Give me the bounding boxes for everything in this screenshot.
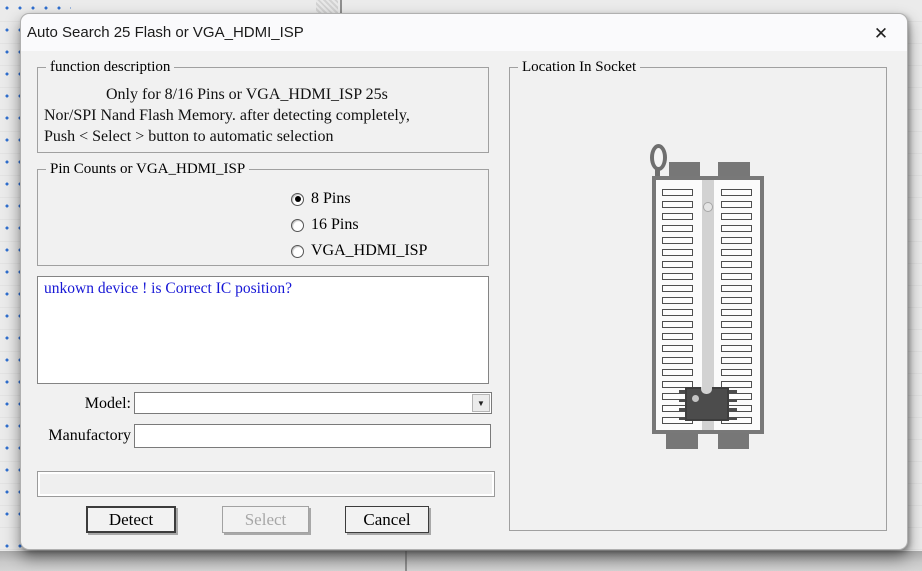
description-line: Only for 8/16 Pins or VGA_HDMI_ISP 25s: [44, 84, 484, 105]
description-line: Push < Select > button to automatic sele…: [44, 126, 484, 147]
background-hatch-strip: [316, 0, 338, 13]
select-button-label: Select: [245, 510, 287, 530]
radio-vga-hdmi-isp[interactable]: VGA_HDMI_ISP: [291, 242, 427, 260]
socket-slot: [721, 297, 752, 304]
chip-pin1-dot: [692, 395, 699, 402]
cancel-button[interactable]: Cancel: [345, 506, 429, 533]
chip-pin: [729, 390, 737, 393]
socket-slot: [662, 201, 693, 208]
socket-top-tab: [718, 162, 750, 177]
chip-pin: [729, 417, 737, 420]
progress-bar: [37, 471, 495, 497]
detection-message: unkown device ! is Correct IC position?: [44, 280, 292, 297]
socket-slot: [662, 297, 693, 304]
radio-selected-icon: [291, 193, 304, 206]
location-in-socket-group: Location In Socket: [509, 67, 887, 531]
radio-label: 8 Pins: [311, 190, 351, 208]
socket-slot: [721, 309, 752, 316]
socket-slot: [662, 249, 693, 256]
auto-search-dialog: Auto Search 25 Flash or VGA_HDMI_ISP ✕ f…: [20, 13, 908, 550]
socket-slot: [662, 321, 693, 328]
chip-pin: [729, 399, 737, 402]
socket-bottom-tab: [718, 433, 749, 449]
socket-slot: [721, 201, 752, 208]
background-bottom-line: [405, 551, 407, 571]
socket-slot: [662, 213, 693, 220]
chevron-down-icon: ▼: [477, 399, 485, 408]
socket-slot: [662, 309, 693, 316]
background-vertical-line: [340, 0, 342, 13]
close-icon: ✕: [874, 24, 888, 44]
model-combobox[interactable]: ▼: [134, 392, 492, 414]
model-label: Model:: [37, 395, 131, 413]
socket-body: [652, 176, 764, 434]
socket-slot: [662, 225, 693, 232]
socket-slot: [721, 321, 752, 328]
socket-slot: [662, 369, 693, 376]
grid-dots-col1: [5, 28, 9, 534]
close-button[interactable]: ✕: [867, 22, 895, 46]
detection-result-list[interactable]: unkown device ! is Correct IC position?: [37, 276, 489, 384]
radio-label: 16 Pins: [311, 216, 359, 234]
socket-slot: [662, 285, 693, 292]
dialog-title: Auto Search 25 Flash or VGA_HDMI_ISP: [27, 24, 304, 41]
socket-slot: [721, 273, 752, 280]
title-bar[interactable]: Auto Search 25 Flash or VGA_HDMI_ISP: [21, 14, 907, 51]
detect-button[interactable]: Detect: [86, 506, 176, 533]
pin-counts-options: 8 Pins 16 Pins VGA_HDMI_ISP: [291, 190, 427, 260]
socket-slot: [662, 357, 693, 364]
socket-slot: [662, 189, 693, 196]
socket-slot: [662, 273, 693, 280]
socket-slot: [721, 189, 752, 196]
detect-button-label: Detect: [109, 510, 153, 530]
socket-slot: [721, 369, 752, 376]
socket-bottom-tab: [666, 433, 698, 449]
select-button[interactable]: Select: [222, 506, 309, 533]
background-bottom-band: [0, 551, 922, 571]
socket-slot: [662, 237, 693, 244]
inserted-chip-icon: [685, 387, 729, 421]
socket-lever-icon: [650, 144, 667, 171]
description-line: Nor/SPI Nand Flash Memory. after detecti…: [44, 105, 484, 126]
manufactory-label: Manufactory: [31, 427, 131, 445]
socket-slot: [721, 213, 752, 220]
socket-pivot-circle: [703, 202, 713, 212]
socket-slot: [721, 333, 752, 340]
socket-slot: [721, 285, 752, 292]
socket-slot: [721, 249, 752, 256]
function-description-legend: function description: [46, 58, 174, 77]
grid-dots-top: [5, 6, 71, 10]
function-description-text: Only for 8/16 Pins or VGA_HDMI_ISP 25s N…: [44, 84, 484, 147]
socket-slot: [662, 333, 693, 340]
socket-slot: [721, 357, 752, 364]
radio-label: VGA_HDMI_ISP: [311, 242, 427, 260]
chip-pins-right: [729, 390, 737, 420]
radio-unselected-icon: [291, 219, 304, 232]
function-description-group: function description Only for 8/16 Pins …: [37, 67, 489, 153]
cancel-button-label: Cancel: [363, 510, 410, 530]
chip-pin: [729, 408, 737, 411]
socket-top-tab: [669, 162, 700, 177]
radio-unselected-icon: [291, 245, 304, 258]
chip-notch: [701, 387, 712, 394]
radio-16-pins[interactable]: 16 Pins: [291, 216, 427, 234]
manufactory-input[interactable]: [134, 424, 491, 448]
socket-slot: [721, 345, 752, 352]
model-dropdown-button[interactable]: ▼: [472, 394, 490, 412]
socket-slot: [721, 237, 752, 244]
socket-slot: [662, 261, 693, 268]
radio-8-pins[interactable]: 8 Pins: [291, 190, 427, 208]
pin-counts-group: Pin Counts or VGA_HDMI_ISP 8 Pins 16 Pin…: [37, 169, 489, 266]
socket-slot: [662, 345, 693, 352]
socket-slot: [721, 225, 752, 232]
socket-slot: [721, 261, 752, 268]
zif-socket-graphic: [510, 68, 886, 530]
pin-counts-legend: Pin Counts or VGA_HDMI_ISP: [46, 160, 249, 179]
